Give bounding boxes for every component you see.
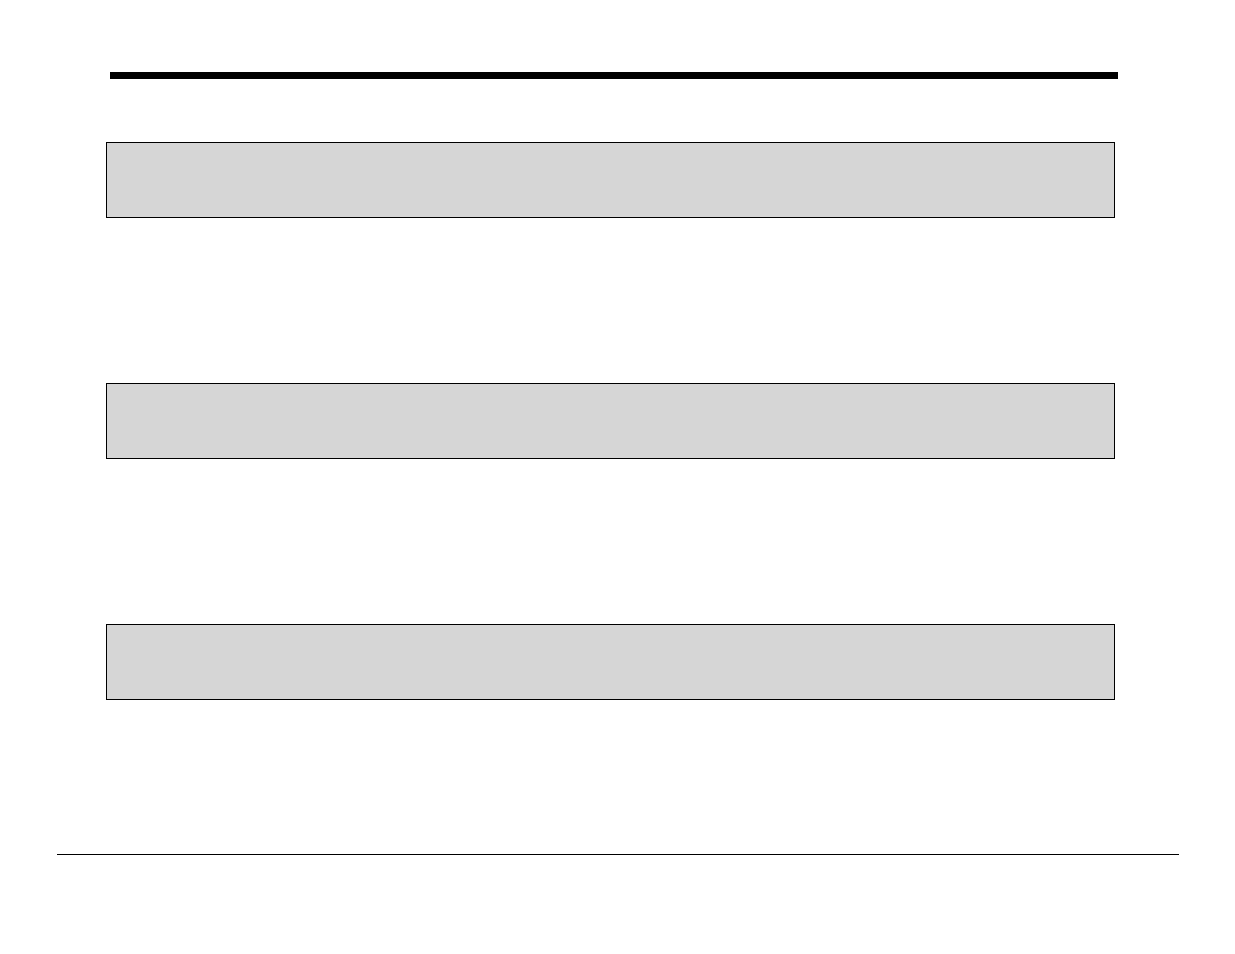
section-block-1: [106, 142, 1115, 218]
document-page: [0, 0, 1235, 954]
section-block-2: [106, 383, 1115, 459]
bottom-horizontal-rule: [57, 854, 1179, 855]
top-horizontal-rule: [110, 72, 1118, 79]
section-block-3: [106, 624, 1115, 700]
